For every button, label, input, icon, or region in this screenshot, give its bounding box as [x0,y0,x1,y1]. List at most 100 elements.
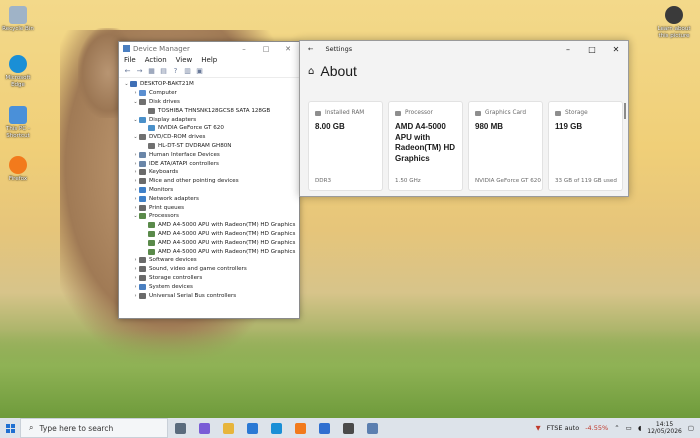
menu-action[interactable]: Action [145,56,167,64]
tree-item-label: Print queues [149,204,185,211]
tree-item[interactable]: › Universal Serial Bus controllers [123,291,299,300]
chevron-right-icon[interactable]: › [132,275,139,281]
forward-icon[interactable]: → [135,67,144,75]
help-icon[interactable]: ? [171,67,180,75]
tree-item[interactable]: › System devices [123,282,299,291]
tree-item[interactable]: › Storage controllers [123,274,299,283]
tree-item[interactable]: TOSHIBA THNSNK128GCS8 SATA 128GB [123,106,299,115]
scrollbar[interactable] [624,103,626,119]
desktop-icon-learn-picture[interactable]: Learn about this picture [656,6,692,39]
tree-item[interactable]: ⌄ DVD/CD-ROM drives [123,133,299,142]
tree-item[interactable]: ⌄ DESKTOP-BAKT21M [123,80,299,89]
desktop-icon-recycle-bin[interactable]: Recycle Bin [0,6,36,33]
menu-file[interactable]: File [124,56,136,64]
device-manager-titlebar[interactable]: Device Manager – □ ✕ [119,42,299,55]
taskbar-app-store[interactable] [312,418,336,438]
taskbar-app-mail[interactable] [240,418,264,438]
taskbar-app-file-explorer[interactable] [216,418,240,438]
back-arrow-icon[interactable]: ← [308,45,313,53]
menu-help[interactable]: Help [201,56,217,64]
chevron-down-icon[interactable]: ⌄ [132,99,139,105]
back-icon[interactable]: ← [123,67,132,75]
tree-item[interactable]: › Human Interface Devices [123,150,299,159]
settings-window[interactable]: ← Settings – □ ✕ ⌂ About Installed RAM 8… [299,40,629,197]
chevron-right-icon[interactable]: › [132,187,139,193]
tree-item-label: Sound, video and game controllers [149,266,247,273]
clock[interactable]: 14:15 12/05/2026 [647,421,682,436]
properties-icon[interactable]: ▦ [147,67,156,75]
tree-item[interactable]: › Software devices [123,256,299,265]
chevron-right-icon[interactable]: › [132,205,139,211]
minimize-button[interactable]: – [556,45,580,54]
scan-icon[interactable]: ▥ [183,67,192,75]
chevron-right-icon[interactable]: › [132,196,139,202]
tree-item-label: Storage controllers [149,274,203,281]
monitor-icon[interactable]: ▣ [195,67,204,75]
taskbar-app-task-view[interactable] [168,418,192,438]
tree-item[interactable]: › Network adapters [123,194,299,203]
taskbar-app-edge[interactable] [264,418,288,438]
taskbar-app-copilot[interactable] [192,418,216,438]
tree-item[interactable]: ⌄ Disk drives [123,98,299,107]
tree-item[interactable]: AMD A4-5000 APU with Radeon(TM) HD Graph… [123,230,299,239]
chevron-right-icon[interactable]: › [132,257,139,263]
device-manager-window[interactable]: Device Manager – □ ✕ File Action View He… [118,41,300,319]
chevron-right-icon[interactable]: › [132,169,139,175]
taskbar-app-firefox[interactable] [288,418,312,438]
firefox-icon [9,156,27,174]
chevron-down-icon[interactable]: ⌄ [132,213,139,219]
tree-item[interactable]: AMD A4-5000 APU with Radeon(TM) HD Graph… [123,238,299,247]
windows-icon [5,423,15,433]
tree-item[interactable]: AMD A4-5000 APU with Radeon(TM) HD Graph… [123,247,299,256]
maximize-button[interactable]: □ [255,45,277,53]
tree-item[interactable]: ⌄ Display adapters [123,115,299,124]
network-icon[interactable]: ▭ [626,424,632,432]
minimize-button[interactable]: – [233,45,255,53]
desktop-icon-edge[interactable]: Microsoft Edge [0,55,36,88]
task-view-icon [174,422,186,434]
chevron-right-icon[interactable]: › [132,152,139,158]
tree-item[interactable]: › Computer [123,89,299,98]
desktop-icon-firefox[interactable]: Firefox [0,156,36,183]
search-box[interactable]: ⌕ Type here to search [20,418,168,438]
tree-item[interactable]: › Mice and other pointing devices [123,177,299,186]
settings-titlebar[interactable]: ← Settings – □ ✕ [300,41,628,57]
start-button[interactable] [0,418,20,438]
desktop-icon-this-pc[interactable]: This PC - Shortcut [0,106,36,139]
tree-item[interactable]: › Monitors [123,186,299,195]
page-header: ⌂ About [300,57,628,79]
tree-item[interactable]: › Keyboards [123,168,299,177]
maximize-button[interactable]: □ [580,45,604,54]
update-driver-icon[interactable]: ▤ [159,67,168,75]
taskbar-app-device-manager[interactable] [360,418,384,438]
chevron-up-icon[interactable]: ⌃ [614,424,619,432]
chevron-right-icon[interactable]: › [132,90,139,96]
tree-item[interactable]: › IDE ATA/ATAPI controllers [123,159,299,168]
chevron-down-icon[interactable]: ⌄ [123,81,130,87]
chevron-right-icon[interactable]: › [132,293,139,299]
device-icon [148,222,155,229]
chevron-down-icon[interactable]: ⌄ [132,117,139,123]
tree-item[interactable]: AMD A4-5000 APU with Radeon(TM) HD Graph… [123,221,299,230]
tree-item[interactable]: › Print queues [123,203,299,212]
tree-item[interactable]: › Sound, video and game controllers [123,265,299,274]
close-button[interactable]: ✕ [277,45,299,53]
notifications-icon[interactable]: ▢ [688,424,694,432]
taskbar-app-settings[interactable] [336,418,360,438]
market-label[interactable]: FTSE auto [547,424,580,432]
tree-item[interactable]: HL-DT-ST DVDRAM GH80N [123,142,299,151]
chevron-right-icon[interactable]: › [132,161,139,167]
volume-icon[interactable]: ◖ [638,424,641,432]
window-title: Device Manager [133,44,190,53]
device-icon [139,257,146,264]
device-icon [130,81,137,88]
chevron-right-icon[interactable]: › [132,178,139,184]
tree-item-label: AMD A4-5000 APU with Radeon(TM) HD Graph… [158,248,296,255]
chevron-right-icon[interactable]: › [132,266,139,272]
menu-view[interactable]: View [176,56,193,64]
tree-item[interactable]: ⌄ Processors [123,212,299,221]
close-button[interactable]: ✕ [604,45,628,54]
chevron-right-icon[interactable]: › [132,284,139,290]
tree-item[interactable]: NVIDIA GeForce GT 620 [123,124,299,133]
chevron-down-icon[interactable]: ⌄ [132,134,139,140]
